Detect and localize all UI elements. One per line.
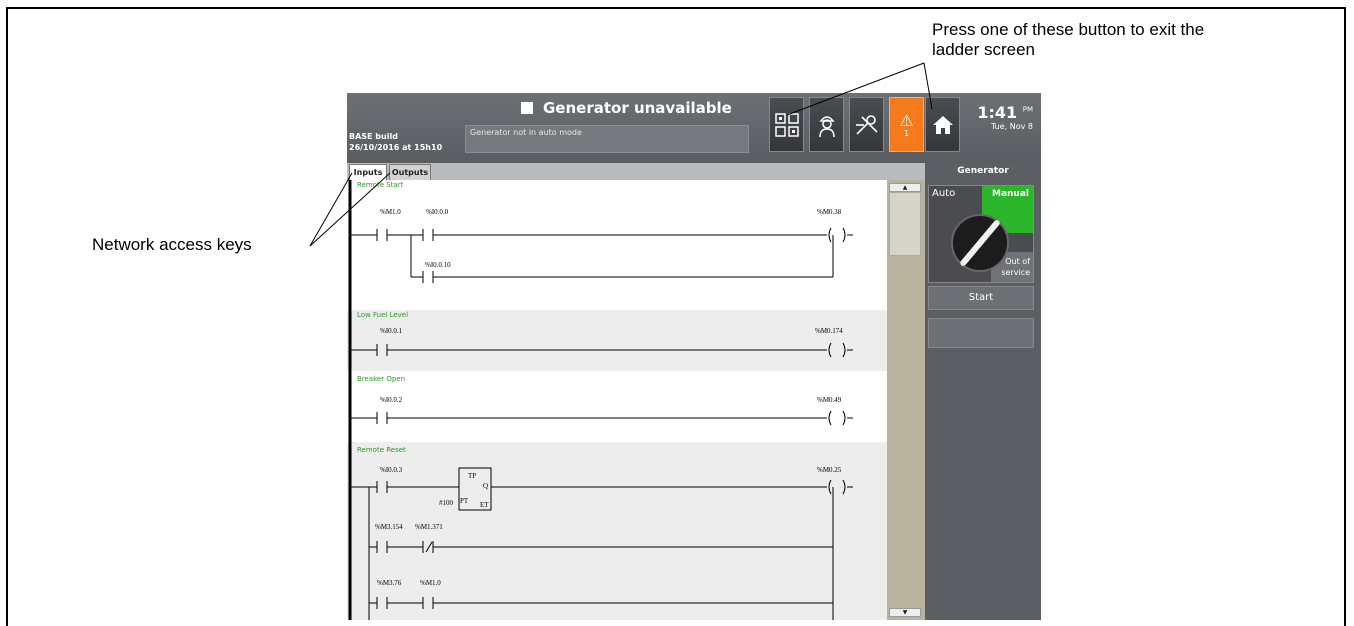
annotation-leader-lines bbox=[309, 62, 933, 247]
